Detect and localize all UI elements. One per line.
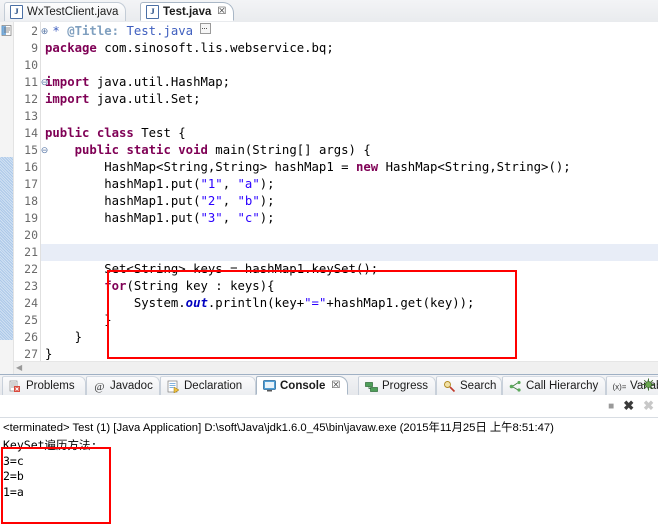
console-content[interactable]: <terminated> Test (1) [Java Application]… — [3, 421, 658, 500]
line-number: 15 — [24, 143, 38, 157]
code-line[interactable]: * @Title: Test.java — [45, 23, 212, 40]
line-number: 24 — [24, 296, 38, 310]
view-tab-console[interactable]: Console ☒ — [256, 376, 348, 395]
line-number: 12 — [24, 92, 38, 106]
view-menu-icon[interactable] — [642, 378, 655, 391]
terminate-button[interactable]: ■ — [608, 401, 614, 412]
line-number-gutter: 2 9 10 11 12 13 14 15 16 17 18 19 20 21 22 23 24 25 26 27 — [14, 22, 41, 374]
view-tab-problems[interactable]: Problems — [2, 376, 86, 395]
view-tab-progress[interactable]: Progress — [358, 376, 436, 395]
line-number: 14 — [24, 126, 38, 140]
line-number: 19 — [24, 211, 38, 225]
line-number: 11 — [24, 75, 38, 89]
editor-tab-test[interactable]: J Test.java ☒ — [140, 2, 235, 21]
svg-text:(x)=: (x)= — [613, 382, 626, 391]
line-number: 10 — [24, 58, 38, 72]
fold-toggle-icon[interactable]: ⊖ — [40, 78, 49, 87]
editor-tab-label: WxTestClient.java — [27, 6, 119, 18]
code-line[interactable]: public static void main(String[] args) { — [45, 142, 371, 159]
remove-all-button[interactable]: ✖ — [643, 398, 654, 414]
code-line[interactable]: package com.sinosoft.lis.webservice.bq; — [45, 40, 334, 57]
annotation-ruler — [0, 22, 14, 374]
search-icon — [443, 380, 456, 393]
code-line[interactable]: System.out.println(key+"="+hashMap1.get(… — [45, 295, 475, 312]
current-line-highlight — [41, 244, 658, 261]
progress-icon — [365, 380, 378, 393]
view-tab-declaration[interactable]: Declaration — [160, 376, 256, 395]
console-icon — [263, 379, 276, 392]
change-marker-bar — [0, 157, 13, 340]
java-file-icon: J — [146, 4, 159, 19]
close-icon[interactable]: ☒ — [217, 6, 226, 17]
variables-icon: (x)= — [613, 380, 627, 393]
console-toolbar: ■ ✖ ✖ — [608, 397, 654, 415]
view-tab-label: Console — [280, 379, 326, 392]
code-line[interactable]: import java.util.HashMap; — [45, 74, 230, 91]
code-line[interactable]: for(String key : keys){ — [45, 278, 274, 295]
code-line[interactable]: hashMap1.put("1", "a"); — [45, 176, 274, 193]
line-number: 20 — [24, 228, 38, 242]
java-file-icon: J — [10, 5, 23, 19]
code-editor[interactable]: 2 9 10 11 12 13 14 15 16 17 18 19 20 21 22 23 24 25 26 27 *… — [0, 22, 658, 375]
close-icon[interactable]: ☒ — [331, 380, 340, 391]
line-number: 26 — [24, 330, 38, 344]
code-line[interactable]: } — [45, 312, 111, 329]
code-line[interactable]: hashMap1.put("2", "b"); — [45, 193, 274, 210]
code-text-area[interactable]: * @Title: Test.java package com.sinosoft… — [41, 22, 658, 374]
toolbar-divider — [0, 417, 658, 418]
editor-tab-label: Test.java — [163, 5, 212, 18]
editor-tab-wxtestclient[interactable]: J WxTestClient.java — [4, 2, 127, 21]
view-tab-javadoc[interactable]: @ Javadoc — [86, 376, 160, 395]
code-line[interactable]: HashMap<String,String> hashMap1 = new Ha… — [45, 159, 570, 176]
problems-icon — [9, 380, 22, 393]
line-number: 2 — [31, 24, 38, 38]
fold-toggle-icon[interactable]: ⊕ — [40, 27, 49, 36]
view-tab-label: Declaration — [184, 380, 243, 392]
line-number: 21 — [24, 245, 38, 259]
line-number: 23 — [24, 279, 38, 293]
fold-toggle-icon[interactable]: ⊖ — [40, 146, 49, 155]
javadoc-marker-icon — [1, 25, 12, 36]
line-number: 9 — [31, 41, 38, 55]
view-tab-label: Problems — [26, 380, 75, 392]
view-tab-label: Javadoc — [110, 380, 153, 392]
line-number: 25 — [24, 313, 38, 327]
javadoc-icon: @ — [93, 380, 106, 393]
console-launch-header: <terminated> Test (1) [Java Application]… — [3, 422, 554, 434]
editor-horizontal-scrollbar[interactable]: ◀ — [14, 361, 658, 374]
editor-tab-bar: J WxTestClient.java J Test.java ☒ — [0, 0, 658, 23]
code-line[interactable]: import java.util.Set; — [45, 91, 200, 108]
call-hierarchy-icon — [509, 380, 522, 393]
code-line[interactable]: Set<String> keys = hashMap1.keySet(); — [45, 261, 378, 278]
view-tab-label: Call Hierarchy — [526, 380, 599, 392]
code-line[interactable]: } — [45, 329, 82, 346]
line-number: 22 — [24, 262, 38, 276]
line-number: 18 — [24, 194, 38, 208]
svg-text:@: @ — [94, 381, 104, 393]
console-view[interactable]: ■ ✖ ✖ <terminated> Test (1) [Java Applicat… — [0, 395, 658, 524]
console-output-text: KeySet遍历方法: 3=c 2=b 1=a — [3, 438, 98, 499]
remove-launch-button[interactable]: ✖ — [623, 398, 634, 414]
view-tab-search[interactable]: Search — [436, 376, 502, 395]
view-tab-call-hierarchy[interactable]: Call Hierarchy — [502, 376, 606, 395]
declaration-icon — [167, 380, 180, 393]
view-tab-label: Search — [460, 380, 497, 392]
code-line[interactable]: public class Test { — [45, 125, 186, 142]
line-number: 16 — [24, 160, 38, 174]
code-line[interactable]: hashMap1.put("3", "c"); — [45, 210, 274, 227]
scroll-left-icon[interactable]: ◀ — [16, 364, 22, 372]
line-number: 17 — [24, 177, 38, 191]
view-tab-bar: Problems @ Javadoc Declaration Console ☒ Progr… — [0, 375, 658, 396]
line-number: 13 — [24, 109, 38, 123]
view-tab-label: Progress — [382, 380, 429, 392]
